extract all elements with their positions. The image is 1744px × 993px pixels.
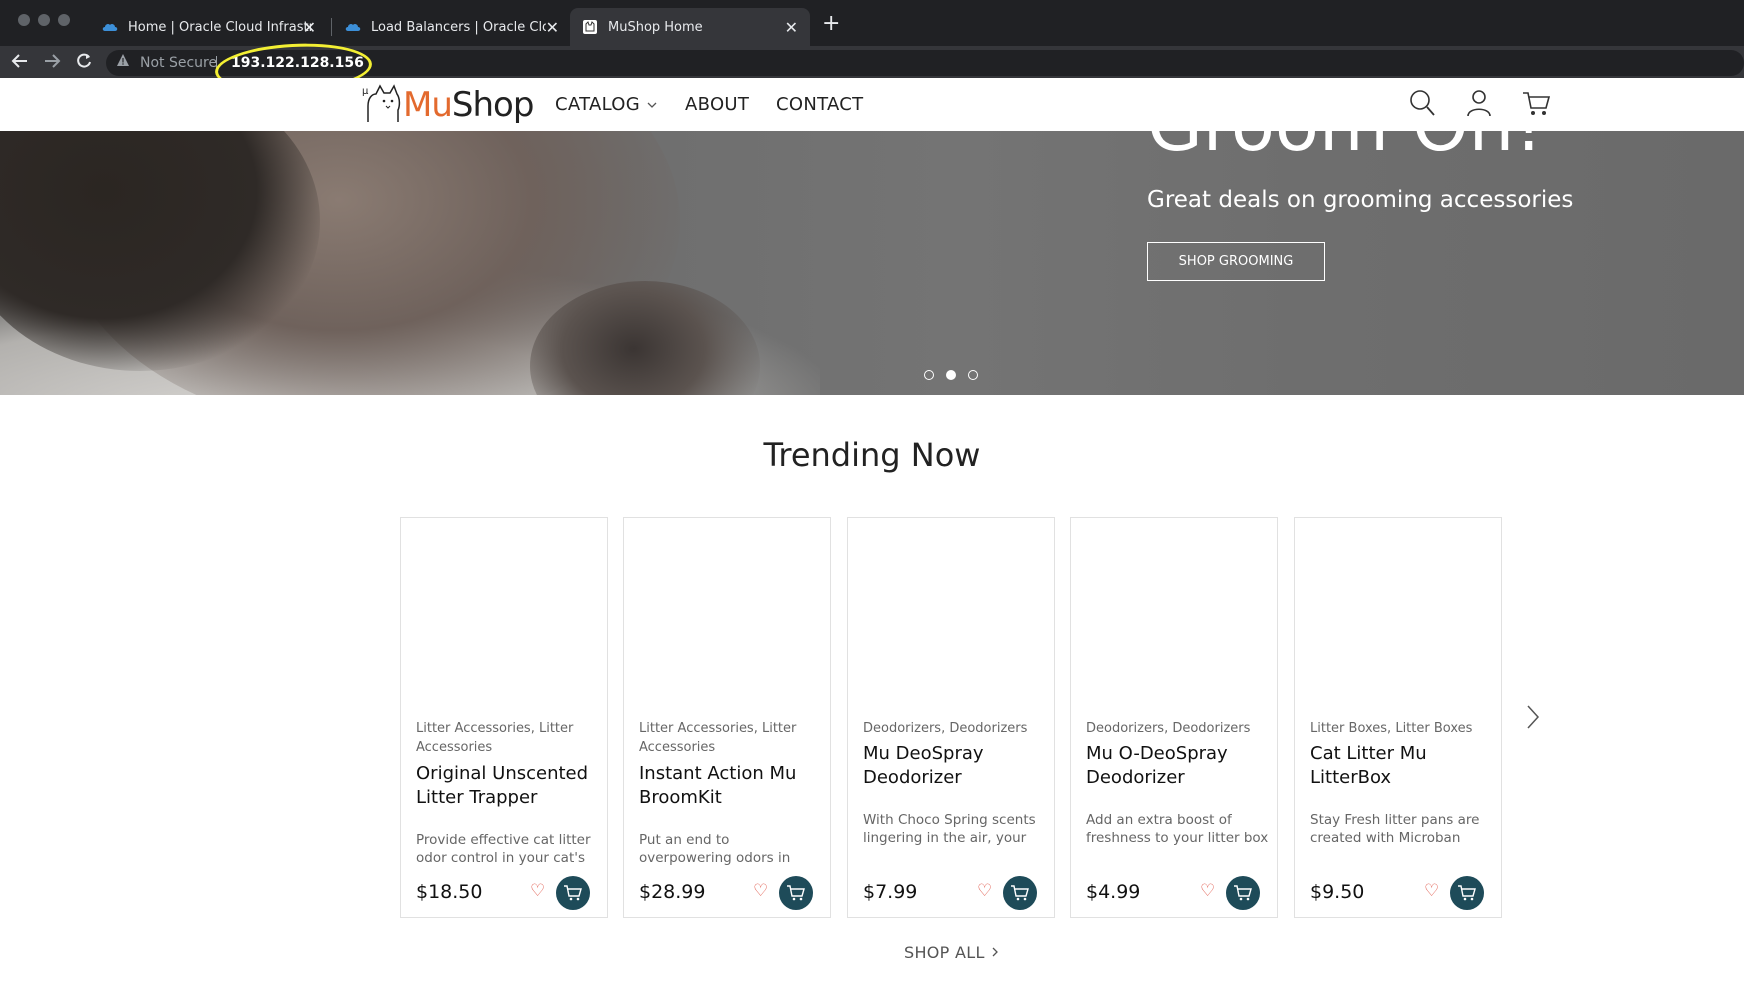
carousel-dot-3[interactable] xyxy=(968,370,978,380)
product-description: Stay Fresh litter pans are created with … xyxy=(1310,812,1480,846)
nav-catalog-label: CATALOG xyxy=(555,94,640,115)
carousel-dot-2[interactable] xyxy=(946,370,956,380)
browser-tab-1[interactable]: Home | Oracle Cloud Infrastructure ✕ xyxy=(90,8,328,46)
product-card[interactable]: Deodorizers, Deodorizers Mu O-DeoSpray D… xyxy=(1070,517,1278,918)
shop-grooming-button[interactable]: SHOP GROOMING xyxy=(1147,242,1325,281)
heart-icon[interactable]: ♡ xyxy=(530,881,545,901)
add-to-cart-button[interactable] xyxy=(779,876,813,910)
not-secure-label[interactable]: Not Secure xyxy=(140,55,217,71)
svg-text:µ: µ xyxy=(362,86,369,97)
product-description: Put an end to overpowering odors in xyxy=(639,832,791,866)
hero-title: Groom On! xyxy=(1147,131,1543,167)
add-to-cart-button[interactable] xyxy=(1226,876,1260,910)
cart-icon xyxy=(1234,885,1252,901)
search-icon[interactable] xyxy=(1408,88,1436,118)
heart-icon[interactable]: ♡ xyxy=(1424,881,1439,901)
mushop-favicon-icon xyxy=(582,19,598,35)
hero-subtitle: Great deals on grooming accessories xyxy=(1147,187,1574,213)
product-categories: Litter Accessories, Litter Accessories xyxy=(639,721,797,755)
cart-icon xyxy=(564,885,582,901)
window-zoom-dot[interactable] xyxy=(58,14,70,26)
product-description: Add an extra boost of freshness to your … xyxy=(1086,812,1269,846)
forward-arrow-icon[interactable] xyxy=(42,50,62,77)
reload-icon[interactable] xyxy=(74,50,94,77)
product-name[interactable]: Mu DeoSpray Deodorizer xyxy=(863,742,1048,790)
nav-contact[interactable]: CONTACT xyxy=(776,94,863,115)
add-to-cart-button[interactable] xyxy=(1003,876,1037,910)
cart-icon[interactable] xyxy=(1521,88,1551,118)
heart-icon[interactable]: ♡ xyxy=(753,881,768,901)
product-price: $18.50 xyxy=(416,881,483,903)
product-card[interactable]: Litter Boxes, Litter Boxes Cat Litter Mu… xyxy=(1294,517,1502,918)
product-card[interactable]: Deodorizers, Deodorizers Mu DeoSpray Deo… xyxy=(847,517,1055,918)
product-description: Provide effective cat litter odor contro… xyxy=(416,832,591,866)
trending-title: Trending Now xyxy=(763,436,981,474)
mushop-cat-logo-icon[interactable]: µ xyxy=(362,80,406,128)
back-arrow-icon[interactable] xyxy=(10,50,30,77)
cart-icon xyxy=(1011,885,1029,901)
chevron-right-icon xyxy=(992,947,999,957)
carousel-dot-1[interactable] xyxy=(924,370,934,380)
tab-title: Home | Oracle Cloud Infrastructure xyxy=(128,19,313,35)
product-card[interactable]: Litter Accessories, Litter Accessories I… xyxy=(623,517,831,918)
product-categories: Litter Accessories, Litter Accessories xyxy=(416,721,574,755)
add-to-cart-button[interactable] xyxy=(1450,876,1484,910)
product-name[interactable]: Cat Litter Mu LitterBox xyxy=(1310,742,1495,790)
new-tab-icon[interactable]: + xyxy=(822,11,840,36)
window-minimize-dot[interactable] xyxy=(38,14,50,26)
cart-icon xyxy=(1458,885,1476,901)
logo-mu: Mu xyxy=(403,85,453,125)
product-card[interactable]: Litter Accessories, Litter Accessories O… xyxy=(400,517,608,918)
product-price: $7.99 xyxy=(863,881,918,903)
hero-banner: Groom On! Great deals on grooming access… xyxy=(0,131,1744,395)
product-price: $28.99 xyxy=(639,881,706,903)
heart-icon[interactable]: ♡ xyxy=(977,881,992,901)
tab-title: MuShop Home xyxy=(608,19,703,35)
product-price: $4.99 xyxy=(1086,881,1141,903)
carousel-next-chevron-icon[interactable] xyxy=(1524,703,1542,731)
cart-icon xyxy=(787,885,805,901)
browser-tab-2[interactable]: Load Balancers | Oracle Cloud Infrastruc… xyxy=(333,8,571,46)
window-close-dot[interactable] xyxy=(18,14,30,26)
close-tab-icon[interactable]: ✕ xyxy=(785,18,798,37)
browser-tab-bar: Home | Oracle Cloud Infrastructure ✕ Loa… xyxy=(0,0,1744,46)
product-price: $9.50 xyxy=(1310,881,1365,903)
product-name[interactable]: Mu O-DeoSpray Deodorizer xyxy=(1086,742,1271,790)
close-tab-icon[interactable]: ✕ xyxy=(303,18,316,37)
logo-shop: Shop xyxy=(451,85,535,125)
product-name[interactable]: Original Unscented Litter Trapper xyxy=(416,762,601,810)
tab-title: Load Balancers | Oracle Cloud Infrastruc… xyxy=(371,19,546,35)
product-categories: Deodorizers, Deodorizers xyxy=(863,721,1028,736)
close-tab-icon[interactable]: ✕ xyxy=(546,18,559,37)
warning-icon[interactable] xyxy=(116,53,130,71)
account-icon[interactable] xyxy=(1466,88,1492,118)
browser-tab-3[interactable]: MuShop Home ✕ xyxy=(570,8,810,46)
add-to-cart-button[interactable] xyxy=(556,876,590,910)
product-name[interactable]: Instant Action Mu BroomKit xyxy=(639,762,824,810)
shop-all-link[interactable]: SHOP ALL xyxy=(904,943,1000,962)
oracle-cloud-icon xyxy=(102,19,118,35)
chevron-down-icon xyxy=(647,102,657,108)
product-description: With Choco Spring scents lingering in th… xyxy=(863,812,1036,846)
logo-wordmark[interactable]: MuShop xyxy=(403,85,535,125)
shop-all-label: SHOP ALL xyxy=(904,943,985,962)
nav-about[interactable]: ABOUT xyxy=(685,94,749,115)
tab-divider xyxy=(331,18,332,36)
product-categories: Deodorizers, Deodorizers xyxy=(1086,721,1251,736)
heart-icon[interactable]: ♡ xyxy=(1200,881,1215,901)
nav-catalog[interactable]: CATALOG xyxy=(555,94,658,115)
oracle-cloud-icon xyxy=(345,19,361,35)
product-categories: Litter Boxes, Litter Boxes xyxy=(1310,721,1473,736)
